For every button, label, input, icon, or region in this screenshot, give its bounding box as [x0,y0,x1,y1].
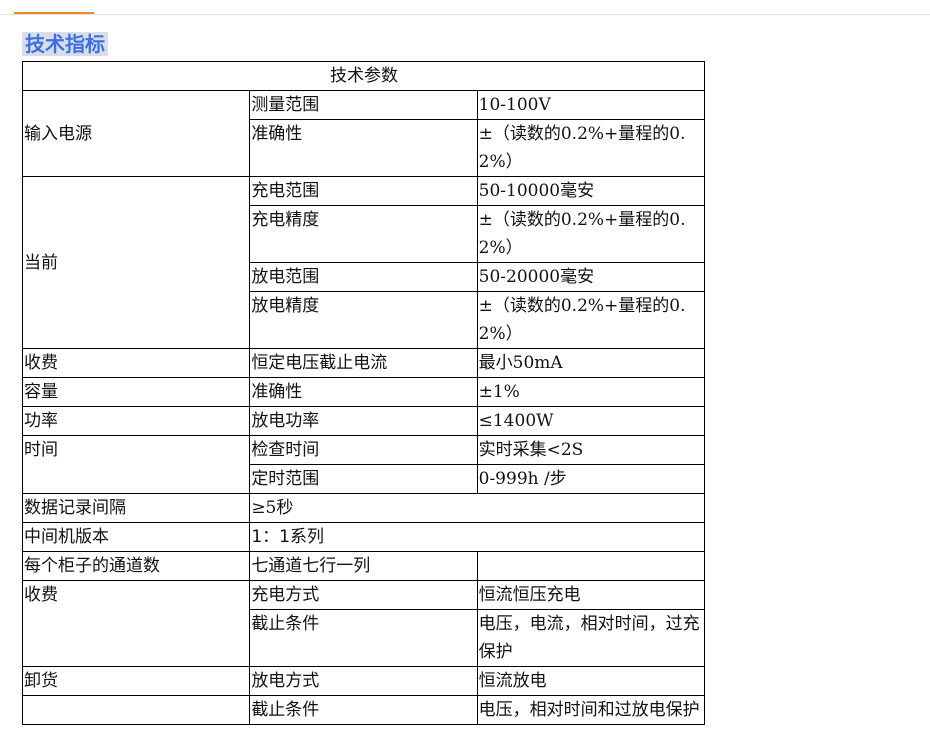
param-value: ±（读数的0.2%+量程的0.2%） [476,119,706,177]
param-name: 准确性 [249,119,478,177]
param-name: 准确性 [249,377,478,407]
group-label-capacity: 容量 [21,377,251,407]
table-header-row: 技术参数 [22,61,705,91]
param-name: 测量范围 [249,90,478,120]
table-row: 卸货 放电方式 恒流放电 [21,666,706,696]
param-value: 10-100V [476,90,706,120]
table-row: 容量 准确性 ±1% [21,377,706,407]
table-header: 技术参数 [22,61,705,91]
param-name: 放电功率 [249,406,478,436]
top-divider [0,14,930,15]
param-name: 放电方式 [249,666,478,696]
table-row: 收费 充电方式 恒流恒压充电 [21,580,706,667]
param-value: 恒流放电 [476,666,706,696]
param-value: ±1% [476,377,706,407]
param-value: 0-999h /步 [476,464,706,494]
spec-table: 技术参数 输入电源 测量范围 10-100V 准确性 ±（读数的0.2%+量程的… [21,61,706,725]
param-value: 恒流恒压充电 [476,580,706,610]
table-row: 每个柜子的通道数 七通道七行一列 [21,551,706,581]
param-name: 恒定电压截止电流 [249,348,478,378]
table-row: 中间机版本 1：1系列 [21,522,705,552]
param-name: 充电范围 [249,176,478,206]
param-value: 最小50mA [476,348,706,378]
group-label-time: 时间 [21,435,251,494]
group-label-middle-version: 中间机版本 [21,522,251,552]
table-row: 收费 恒定电压截止电流 最小50mA [21,348,706,378]
param-value: 电压，电流，相对时间，过充保护 [476,609,706,667]
param-name: 定时范围 [249,464,478,494]
table-row: 数据记录间隔 ≥5秒 [21,493,705,523]
param-value: ≥5秒 [249,493,705,523]
param-name: 截止条件 [249,609,478,667]
group-label-discharge: 卸货 [21,666,251,696]
section-title: 技术指标 [22,32,108,56]
table-row: 功率 放电功率 ≤1400W [21,406,706,436]
param-name: 检查时间 [249,435,478,465]
param-value: ≤1400W [476,406,706,436]
table-row: 时间 检查时间 实时采集<2S [21,435,706,494]
param-value: 50-10000毫安 [476,176,706,206]
table-row: 当前 充电范围 50-10000毫安 [21,176,706,349]
table-row: 输入电源 测量范围 10-100V [21,90,706,177]
param-value: 电压，相对时间和过放电保护 [476,695,706,725]
param-name: 放电范围 [249,262,478,292]
param-value: 1：1系列 [249,522,705,552]
param-name: 截止条件 [249,695,478,725]
param-value: 50-20000毫安 [476,262,706,292]
table-row: 截止条件 电压，相对时间和过放电保护 [21,695,706,725]
group-label-input-power: 输入电源 [21,90,251,177]
param-name: 放电精度 [249,291,478,349]
group-label-charge: 收费 [21,580,251,667]
param-name: 充电精度 [249,205,478,263]
param-value: ±（读数的0.2%+量程的0.2%） [476,291,706,349]
param-value: ±（读数的0.2%+量程的0.2%） [476,205,706,263]
group-label-empty [21,695,251,725]
param-value: 七通道七行一列 [249,551,478,581]
param-name: 充电方式 [249,580,478,610]
param-extra [476,551,706,581]
param-value: 实时采集<2S [476,435,706,465]
group-label-channels: 每个柜子的通道数 [21,551,251,581]
group-label-data-interval: 数据记录间隔 [21,493,251,523]
group-label-charge-fee: 收费 [21,348,251,378]
group-label-power: 功率 [21,406,251,436]
group-label-current: 当前 [21,176,251,349]
